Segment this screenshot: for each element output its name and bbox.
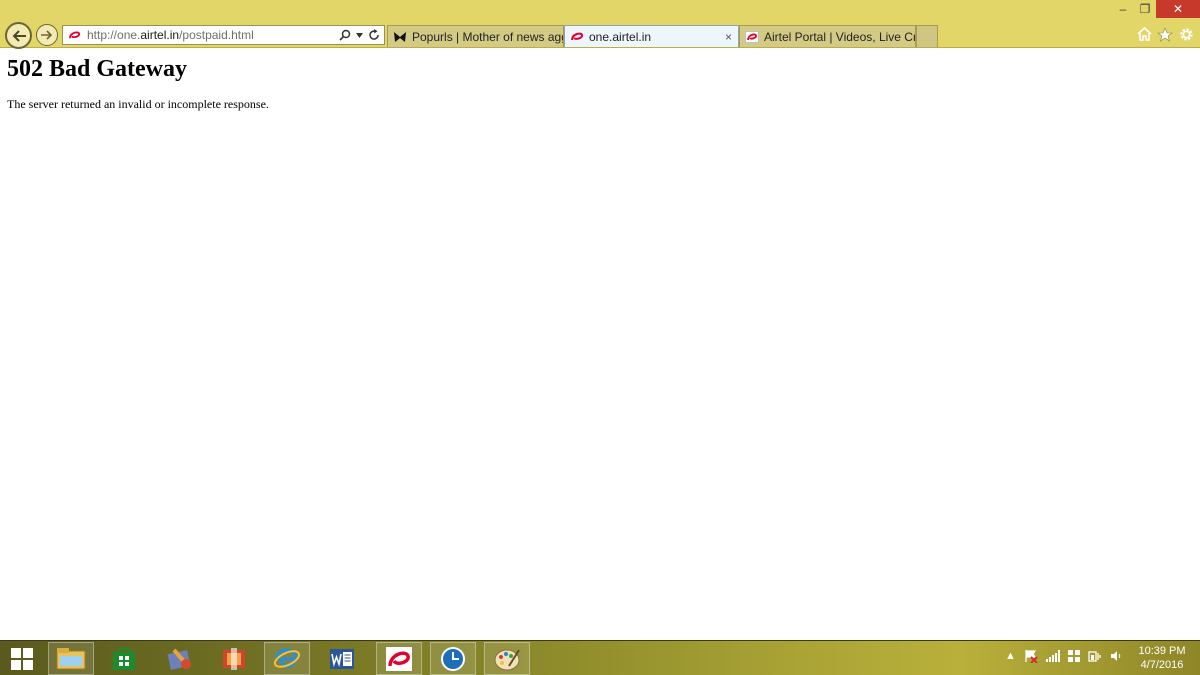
action-center-flag-icon[interactable] — [1024, 649, 1038, 663]
minimize-button[interactable]: – — [1110, 0, 1136, 18]
tab-label: Airtel Portal | Videos, Live Crick... — [764, 29, 916, 44]
url-domain: airtel.in — [140, 28, 180, 42]
paint-icon — [494, 648, 520, 670]
url-text[interactable]: http://one.airtel.in/postpaid.html — [87, 28, 254, 42]
taskbar-paint[interactable] — [484, 642, 530, 675]
page-content: 502 Bad Gateway The server returned an i… — [0, 49, 1200, 640]
clock-app-icon — [441, 646, 465, 671]
restore-button[interactable]: ❐ — [1136, 0, 1154, 18]
tab-close-icon[interactable]: × — [725, 30, 732, 44]
tab-popurls[interactable]: Popurls | Mother of news aggr... — [387, 25, 564, 47]
volume-icon[interactable] — [1110, 650, 1122, 662]
taskbar-internet-explorer[interactable] — [264, 642, 310, 675]
error-title: 502 Bad Gateway — [7, 56, 187, 82]
windows-logo-icon — [11, 647, 33, 670]
browser-chrome: – ❐ ✕ http://one.airtel.in/postpaid.html — [0, 0, 1200, 49]
url-path: /postpaid.html — [179, 28, 254, 42]
url-prefix: http://one. — [87, 28, 141, 42]
error-message: The server returned an invalid or incomp… — [7, 97, 269, 111]
taskbar-file-explorer[interactable] — [48, 642, 94, 675]
taskbar-airtel[interactable] — [376, 642, 422, 675]
office-icon — [223, 647, 245, 670]
dropdown-arrow-icon[interactable] — [356, 32, 363, 38]
taskbar-office[interactable] — [211, 642, 257, 675]
internet-explorer-icon — [273, 647, 301, 668]
show-hidden-icons-icon[interactable]: ▲ — [1005, 650, 1016, 662]
taskbar: ▲ 10:39 PM 4/7/2016 — [0, 640, 1200, 675]
favorites-star-icon[interactable] — [1157, 26, 1173, 42]
refresh-icon[interactable] — [368, 29, 380, 41]
back-button[interactable] — [5, 22, 32, 49]
popurls-favicon-icon — [394, 31, 406, 42]
battery-icon[interactable] — [1088, 650, 1102, 662]
taskbar-word[interactable] — [319, 642, 365, 675]
home-icon[interactable] — [1136, 26, 1152, 42]
system-tray: ▲ — [1005, 649, 1122, 663]
close-window-button[interactable]: ✕ — [1156, 0, 1200, 18]
start-button[interactable] — [4, 642, 40, 675]
media-player-icon — [167, 648, 191, 670]
settings-gear-icon[interactable] — [1178, 26, 1194, 42]
taskbar-store[interactable] — [101, 642, 147, 675]
word-icon — [330, 648, 354, 669]
new-tab-button[interactable] — [916, 25, 938, 47]
clock-date: 4/7/2016 — [1140, 659, 1184, 671]
clock-time: 10:39 PM — [1138, 645, 1186, 657]
address-bar[interactable]: http://one.airtel.in/postpaid.html — [62, 25, 385, 45]
folder-icon — [56, 647, 86, 669]
airtel-favicon-icon — [571, 32, 584, 40]
airtel-icon — [386, 646, 412, 671]
address-tools — [339, 29, 384, 41]
windows-tray-icon[interactable] — [1067, 650, 1080, 662]
tab-airtel-portal[interactable]: Airtel Portal | Videos, Live Crick... — [739, 25, 916, 47]
store-icon — [113, 647, 135, 670]
network-signal-icon[interactable] — [1045, 650, 1060, 662]
tab-one-airtel[interactable]: one.airtel.in × — [564, 25, 739, 47]
taskbar-clock[interactable]: 10:39 PM 4/7/2016 — [1130, 644, 1194, 672]
tab-label: one.airtel.in — [589, 29, 652, 44]
tab-label: Popurls | Mother of news aggr... — [412, 29, 563, 44]
airtel-favicon-icon — [69, 31, 81, 38]
airtel-favicon-icon — [745, 30, 759, 43]
taskbar-media-player[interactable] — [157, 642, 203, 675]
back-arrow-icon — [12, 29, 26, 42]
taskbar-clock-app[interactable] — [430, 642, 476, 675]
forward-arrow-icon — [41, 30, 53, 40]
forward-button[interactable] — [36, 24, 58, 46]
search-icon[interactable] — [339, 29, 351, 41]
